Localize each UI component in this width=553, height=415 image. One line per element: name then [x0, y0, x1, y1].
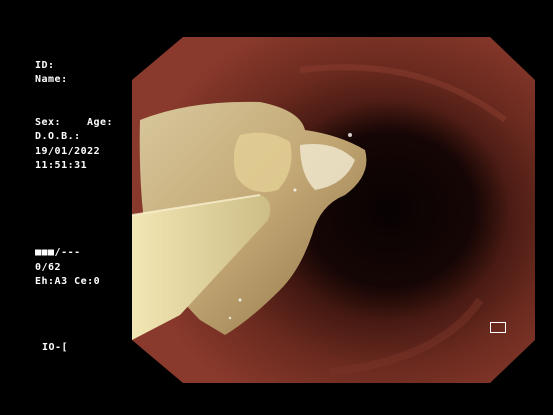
image-counter: 0/62 [35, 262, 62, 273]
exam-time: 11:51:31 [35, 160, 88, 171]
exam-date: 19/01/2022 [35, 146, 101, 157]
patient-dob-label: D.O.B.: [35, 131, 81, 142]
patient-age-label: Age: [87, 117, 114, 128]
level-indicator: ■■■/--- [35, 247, 81, 258]
patient-id-label: ID: [35, 60, 55, 71]
monitor-icon [490, 322, 506, 333]
endoscopic-image [132, 37, 535, 383]
patient-name-label: Name: [35, 74, 68, 85]
patient-sex-label: Sex: [35, 117, 62, 128]
enhancement-setting: Eh:A3 Ce:0 [35, 276, 101, 287]
endoscopy-screen: ID: Name: Sex: Age: D.O.B.: 19/01/2022 1… [0, 0, 553, 415]
io-indicator: IO-[ [42, 342, 69, 353]
